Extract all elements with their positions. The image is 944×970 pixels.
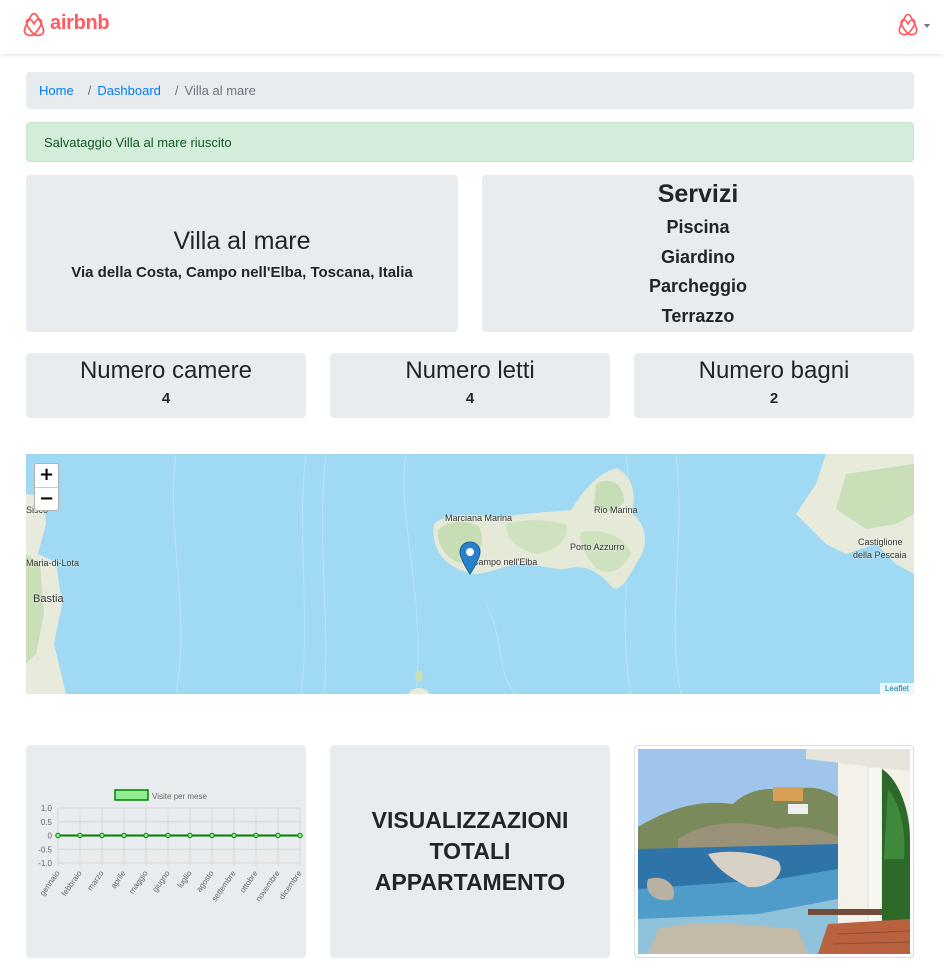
alert-message: Salvataggio Villa al mare riuscito: [44, 134, 232, 150]
y-tick-label: 1.0: [41, 804, 53, 813]
x-tick-label: aprile: [109, 869, 128, 891]
legend-swatch: [114, 789, 149, 801]
data-point[interactable]: [55, 832, 61, 839]
service-item: Giardino: [660, 246, 735, 267]
visits-line-chart: 1.0 0.5 0 -0.5 -1.0 gennaiofebbraio marzo apri…: [38, 789, 304, 903]
breadcrumb-current: Villa al mare: [184, 83, 256, 98]
navbar: airbnb: [0, 0, 944, 54]
data-point[interactable]: [275, 832, 281, 839]
map-label: Bastia: [33, 593, 64, 605]
x-tick-label: maggio: [127, 869, 150, 896]
beds-value: 4: [465, 390, 475, 407]
data-point[interactable]: [253, 832, 259, 839]
total-views-title: VISUALIZZAZIONI TOTALI APPARTAMENTO: [371, 807, 569, 895]
apartment-address: Via della Costa, Campo nell'Elba, Toscan…: [71, 263, 413, 281]
breadcrumb: Home / Dashboard / Villa al mare: [26, 72, 914, 109]
rooms-label: Numero camere: [79, 357, 253, 384]
apartment-photo-image: [638, 749, 911, 955]
x-tick-label: luglio: [176, 869, 194, 890]
location-map[interactable]: Marciana Marina Rio Marina Porto Azzurro…: [26, 454, 914, 694]
data-point[interactable]: [165, 832, 171, 839]
map-marker-icon[interactable]: [459, 541, 481, 575]
map-attribution-link[interactable]: Leaflet: [879, 683, 914, 694]
service-item: Piscina: [666, 217, 730, 237]
breadcrumb-home-link[interactable]: Home: [39, 83, 74, 98]
data-point[interactable]: [121, 832, 127, 839]
airbnb-user-icon: [898, 13, 918, 36]
x-tick-label: dicembre: [277, 869, 304, 902]
data-point[interactable]: [187, 832, 193, 839]
zoom-control: + −: [34, 463, 59, 511]
map-label: Marciana Marina: [445, 513, 513, 523]
map-label: della Pescaia: [853, 550, 907, 560]
x-tick-label: gennaio: [38, 869, 62, 898]
breadcrumb-separator: /: [87, 83, 92, 98]
map-label: Porto Azzurro: [570, 542, 625, 552]
logo-text: airbnb: [50, 12, 110, 34]
x-tick-label: ottobre: [238, 869, 260, 895]
zoom-in-button[interactable]: +: [35, 464, 58, 487]
legend-label: Visite per mese: [152, 792, 208, 801]
airbnb-logo[interactable]: airbnb: [22, 12, 110, 38]
x-tick-label: agosto: [194, 869, 215, 894]
y-tick-label: 0.5: [41, 818, 53, 827]
zoom-out-button[interactable]: −: [35, 487, 58, 510]
visits-chart-card: 1.0 0.5 0 -0.5 -1.0 gennaio febbraio marzo apri…: [26, 745, 306, 958]
breadcrumb-separator: /: [174, 83, 179, 98]
y-tick-label: 0: [48, 832, 53, 841]
beds-label: Numero letti: [405, 357, 535, 384]
data-point[interactable]: [209, 832, 215, 839]
success-alert: Salvataggio Villa al mare riuscito: [26, 122, 914, 162]
data-point[interactable]: [77, 832, 83, 839]
beds-stat-card: Numero letti 4: [330, 353, 610, 418]
apartment-title: Villa al mare: [173, 226, 311, 255]
data-point[interactable]: [99, 832, 105, 839]
apartment-info-card: Villa al mare Via della Costa, Campo nel…: [26, 175, 458, 332]
map-label: Campo nell'Elba: [472, 557, 538, 567]
data-point[interactable]: [231, 832, 237, 839]
data-point[interactable]: [143, 832, 149, 839]
services-title: Servizi: [657, 180, 739, 208]
y-tick-label: -0.5: [38, 845, 52, 854]
y-tick-label: -1.0: [38, 859, 52, 868]
service-item: Terrazzo: [661, 305, 735, 326]
total-views-card: VISUALIZZAZIONI TOTALI APPARTAMENTO: [330, 745, 610, 958]
breadcrumb-dashboard-link[interactable]: Dashboard: [97, 83, 161, 98]
rooms-stat-card: Numero camere 4: [26, 353, 306, 418]
x-tick-label: giugno: [150, 869, 171, 894]
bathrooms-value: 2: [769, 390, 779, 407]
data-point[interactable]: [297, 832, 303, 839]
map-label: Rio Marina: [594, 505, 638, 515]
service-item: Parcheggio: [648, 276, 748, 296]
bathrooms-stat-card: Numero bagni 2: [634, 353, 914, 418]
bathrooms-label: Numero bagni: [698, 357, 850, 384]
airbnb-logo-icon: [23, 12, 45, 37]
chevron-down-icon: [924, 24, 930, 28]
x-tick-label: febbraio: [60, 869, 84, 898]
apartment-photo: [634, 745, 914, 958]
x-tick-label: marzo: [86, 869, 106, 893]
rooms-value: 4: [161, 390, 171, 407]
user-menu[interactable]: [897, 13, 930, 37]
map-label: Castiglione: [858, 537, 903, 547]
map-label: Maria-di-Lota: [26, 558, 80, 568]
services-card: Servizi Piscina Giardino Parcheggio Terr…: [482, 175, 914, 332]
